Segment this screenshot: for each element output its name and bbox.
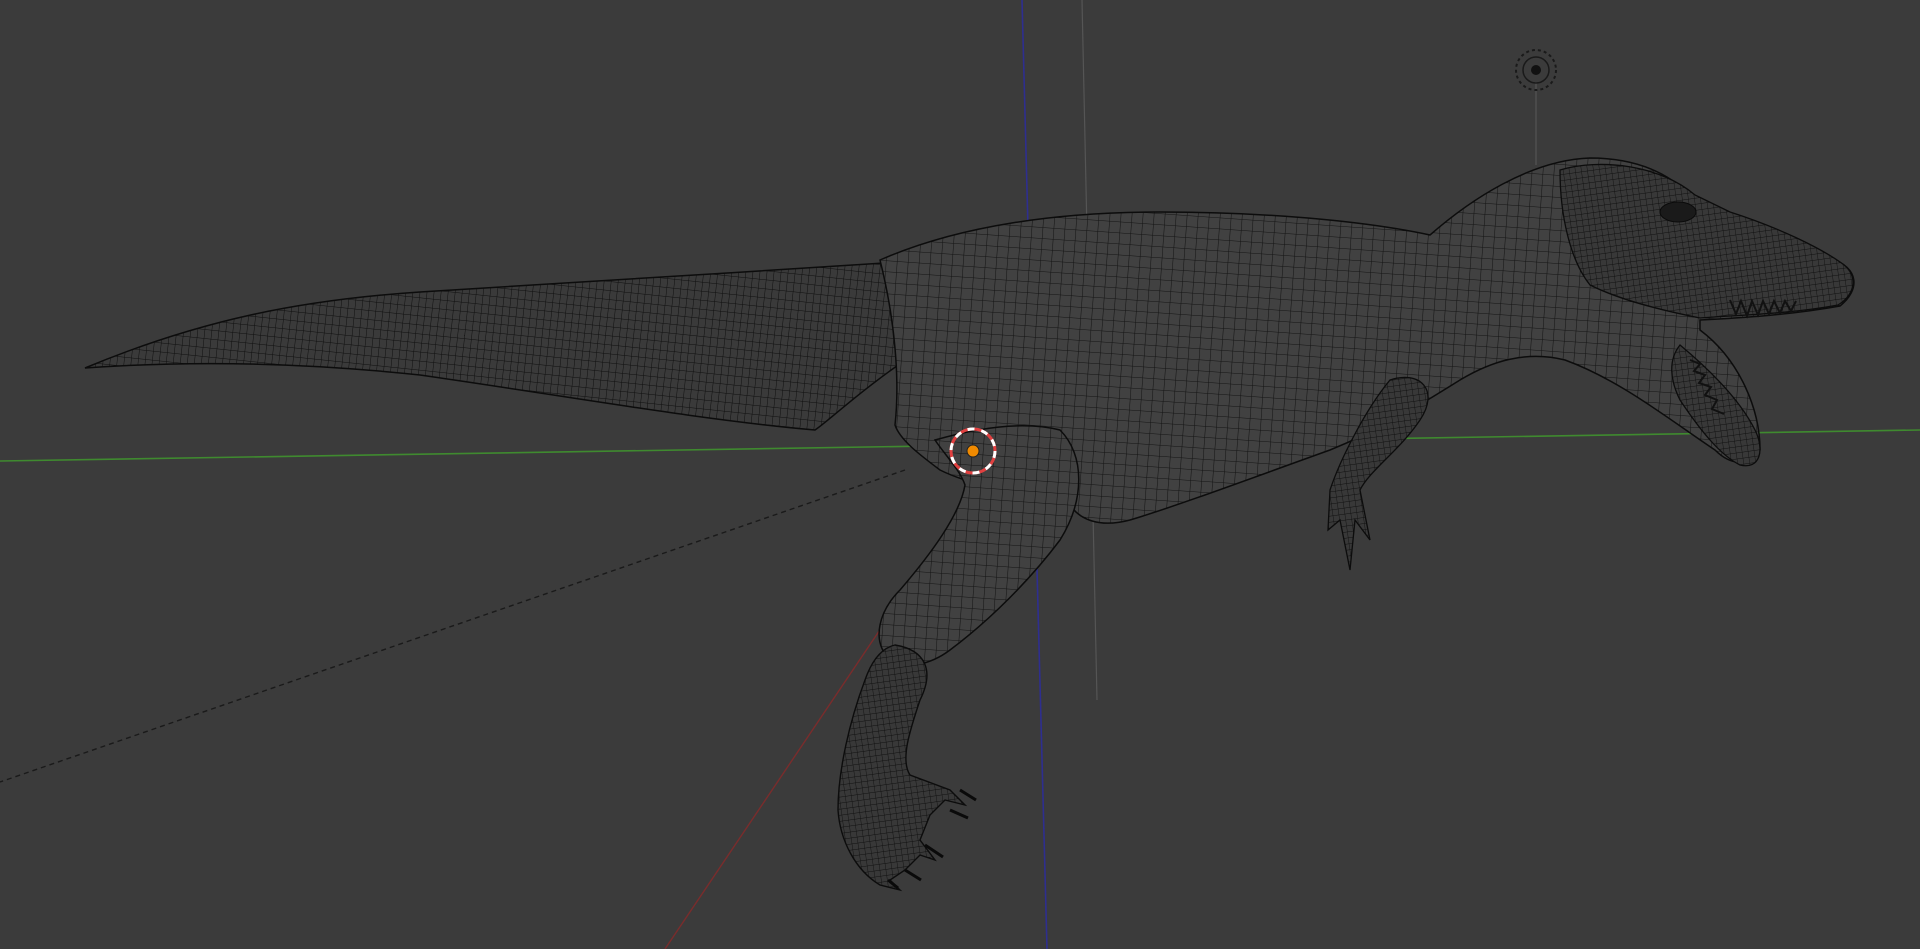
trex-foot[interactable] [837, 644, 968, 892]
trex-mesh[interactable] [84, 157, 1855, 892]
object-origin-icon[interactable] [966, 444, 980, 458]
relationship-dashed-line [0, 469, 906, 783]
trex-eye [1659, 201, 1697, 223]
trex-tail[interactable] [84, 261, 921, 431]
3d-viewport[interactable] [0, 0, 1920, 949]
viewport-canvas[interactable] [0, 0, 1920, 949]
trex-thigh[interactable] [878, 425, 1080, 666]
lamp-center-icon [1531, 65, 1541, 75]
